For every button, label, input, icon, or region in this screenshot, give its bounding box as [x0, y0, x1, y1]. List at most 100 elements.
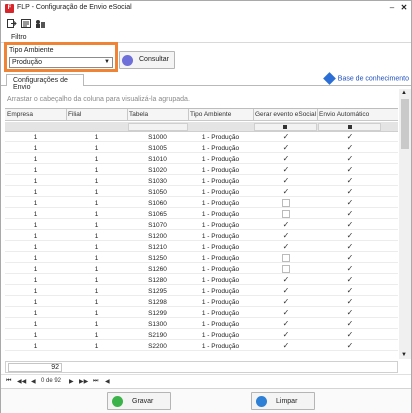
envio-automatico-checkbox[interactable]: ✓	[346, 298, 354, 306]
users-icon[interactable]	[35, 19, 45, 28]
gerar-evento-checkbox[interactable]: ✓	[282, 188, 290, 196]
exit-icon[interactable]	[7, 19, 17, 28]
first-record-icon[interactable]: ⏮	[6, 378, 11, 385]
table-row[interactable]: 1 1 S1030 1 - Produção ✓ ✓	[5, 177, 398, 186]
search-icon	[122, 55, 133, 66]
table-row[interactable]: 1 1 S1010 1 - Produção ✓ ✓	[5, 155, 398, 164]
table-row[interactable]: 1 1 S1300 1 - Produção ✓ ✓	[5, 320, 398, 329]
envio-automatico-checkbox[interactable]: ✓	[346, 177, 354, 185]
gerar-evento-checkbox[interactable]: ✓	[282, 177, 290, 185]
gerar-evento-checkbox[interactable]: ✓	[282, 243, 290, 251]
envio-automatico-checkbox[interactable]: ✓	[346, 144, 354, 152]
table-row[interactable]: 1 1 S1200 1 - Produção ✓ ✓	[5, 232, 398, 241]
gerar-evento-checkbox[interactable]: ✓	[282, 342, 290, 350]
cell-filial: 1	[94, 277, 99, 284]
gerar-evento-checkbox[interactable]	[282, 199, 290, 207]
gerar-evento-checkbox[interactable]: ✓	[282, 133, 290, 141]
gerar-evento-checkbox[interactable]: ✓	[282, 287, 290, 295]
gerar-evento-checkbox[interactable]: ✓	[282, 276, 290, 284]
envio-automatico-checkbox[interactable]: ✓	[346, 254, 354, 262]
scroll-thumb[interactable]	[401, 99, 409, 149]
table-row[interactable]: 1 1 S1298 1 - Produção ✓ ✓	[5, 298, 398, 307]
table-row[interactable]: 1 1 S1065 1 - Produção ✓	[5, 210, 398, 219]
cell-tabela: S2200	[148, 343, 167, 350]
cell-tipo: 1 - Produção	[201, 178, 240, 185]
envio-automatico-checkbox[interactable]: ✓	[346, 210, 354, 218]
cell-tabela: S1070	[148, 222, 167, 229]
envio-automatico-checkbox[interactable]: ✓	[346, 232, 354, 240]
envio-automatico-checkbox[interactable]: ✓	[346, 221, 354, 229]
envio-automatico-checkbox[interactable]: ✓	[346, 287, 354, 295]
cell-filial: 1	[94, 233, 99, 240]
gerar-evento-checkbox[interactable]: ✓	[282, 331, 290, 339]
more-options-icon[interactable]: ◀	[105, 378, 110, 385]
envio-automatico-checkbox[interactable]: ✓	[346, 243, 354, 251]
table-row[interactable]: 1 1 S1005 1 - Produção ✓ ✓	[5, 144, 398, 153]
cell-tabela: S1020	[148, 167, 167, 174]
gerar-evento-checkbox[interactable]: ✓	[282, 155, 290, 163]
gerar-evento-checkbox[interactable]: ✓	[282, 298, 290, 306]
table-row[interactable]: 1 1 S1299 1 - Produção ✓ ✓	[5, 309, 398, 318]
base-conhecimento-link[interactable]: Base de conhecimento	[322, 72, 409, 85]
next-page-icon[interactable]: ▶▶	[79, 378, 88, 385]
scroll-down-icon[interactable]: ▼	[401, 352, 407, 358]
table-row[interactable]: 1 1 S1250 1 - Produção ✓	[5, 254, 398, 263]
tab-configuracoes-envio[interactable]: Configurações de Envio	[6, 74, 84, 91]
app-logo-icon: F	[5, 4, 14, 13]
prev-record-icon[interactable]: ◀	[31, 378, 36, 385]
last-record-icon[interactable]: ⏭	[93, 378, 98, 385]
col-tipo-ambiente[interactable]: Tipo Ambiente	[190, 111, 231, 118]
gerar-evento-checkbox[interactable]	[282, 254, 290, 262]
envio-automatico-checkbox[interactable]: ✓	[346, 155, 354, 163]
envio-automatico-checkbox[interactable]: ✓	[346, 320, 354, 328]
table-row[interactable]: 1 1 S1060 1 - Produção ✓	[5, 199, 398, 208]
envio-automatico-checkbox[interactable]: ✓	[346, 265, 354, 273]
close-button[interactable]: ✕	[399, 3, 409, 13]
envio-automatico-checkbox[interactable]: ✓	[346, 199, 354, 207]
gerar-evento-checkbox[interactable]	[282, 265, 290, 273]
table-row[interactable]: 1 1 S1020 1 - Produção ✓ ✓	[5, 166, 398, 175]
consultar-button[interactable]: Consultar	[119, 51, 175, 69]
table-row[interactable]: 1 1 S1260 1 - Produção ✓	[5, 265, 398, 274]
gerar-evento-checkbox[interactable]: ✓	[282, 309, 290, 317]
envio-automatico-checkbox[interactable]: ✓	[346, 342, 354, 350]
col-separator	[66, 109, 67, 121]
table-row[interactable]: 1 1 S2190 1 - Produção ✓ ✓	[5, 331, 398, 340]
gerar-evento-checkbox[interactable]: ✓	[282, 144, 290, 152]
table-row[interactable]: 1 1 S1000 1 - Produção ✓ ✓	[5, 133, 398, 142]
table-row[interactable]: 1 1 S1210 1 - Produção ✓ ✓	[5, 243, 398, 252]
table-row[interactable]: 1 1 S1280 1 - Produção ✓ ✓	[5, 276, 398, 285]
minimize-button[interactable]: –	[387, 3, 397, 13]
col-filial[interactable]: Filial	[68, 111, 81, 118]
next-record-icon[interactable]: ▶	[69, 378, 74, 385]
tab-strip: Configurações de Envio Base de conhecime…	[1, 72, 411, 91]
envio-automatico-checkbox[interactable]: ✓	[346, 276, 354, 284]
prev-page-icon[interactable]: ◀◀	[17, 378, 26, 385]
col-empresa[interactable]: Empresa	[7, 111, 33, 118]
gerar-evento-checkbox[interactable]	[282, 210, 290, 218]
vertical-scrollbar[interactable]: ▲ ▼	[399, 89, 411, 359]
table-row[interactable]: 1 1 S1070 1 - Produção ✓ ✓	[5, 221, 398, 230]
table-row[interactable]: 1 1 S1050 1 - Produção ✓ ✓	[5, 188, 398, 197]
scroll-up-icon[interactable]: ▲	[401, 90, 407, 96]
gerar-evento-checkbox[interactable]: ✓	[282, 221, 290, 229]
envio-automatico-checkbox[interactable]: ✓	[346, 188, 354, 196]
envio-automatico-checkbox[interactable]: ✓	[346, 331, 354, 339]
gerar-evento-checkbox[interactable]: ✓	[282, 320, 290, 328]
filter-cell-tabela[interactable]	[128, 123, 188, 131]
gerar-evento-checkbox[interactable]: ✓	[282, 166, 290, 174]
col-tabela[interactable]: Tabela	[129, 111, 148, 118]
envio-automatico-checkbox[interactable]: ✓	[346, 309, 354, 317]
envio-automatico-checkbox[interactable]: ✓	[346, 133, 354, 141]
menu-filtro[interactable]: Filtro	[11, 34, 27, 41]
gerar-evento-checkbox[interactable]: ✓	[282, 232, 290, 240]
limpar-button[interactable]: Limpar	[251, 392, 315, 410]
report-icon[interactable]	[21, 19, 31, 28]
col-gerar-evento[interactable]: Gerar evento eSocial	[255, 111, 316, 118]
tipo-ambiente-select[interactable]: Produção ▼	[9, 57, 113, 68]
envio-automatico-checkbox[interactable]: ✓	[346, 166, 354, 174]
table-row[interactable]: 1 1 S2200 1 - Produção ✓ ✓	[5, 342, 398, 351]
col-envio-automatico[interactable]: Envio Automático	[319, 111, 369, 118]
table-row[interactable]: 1 1 S1295 1 - Produção ✓ ✓	[5, 287, 398, 296]
gravar-button[interactable]: Gravar	[107, 392, 171, 410]
